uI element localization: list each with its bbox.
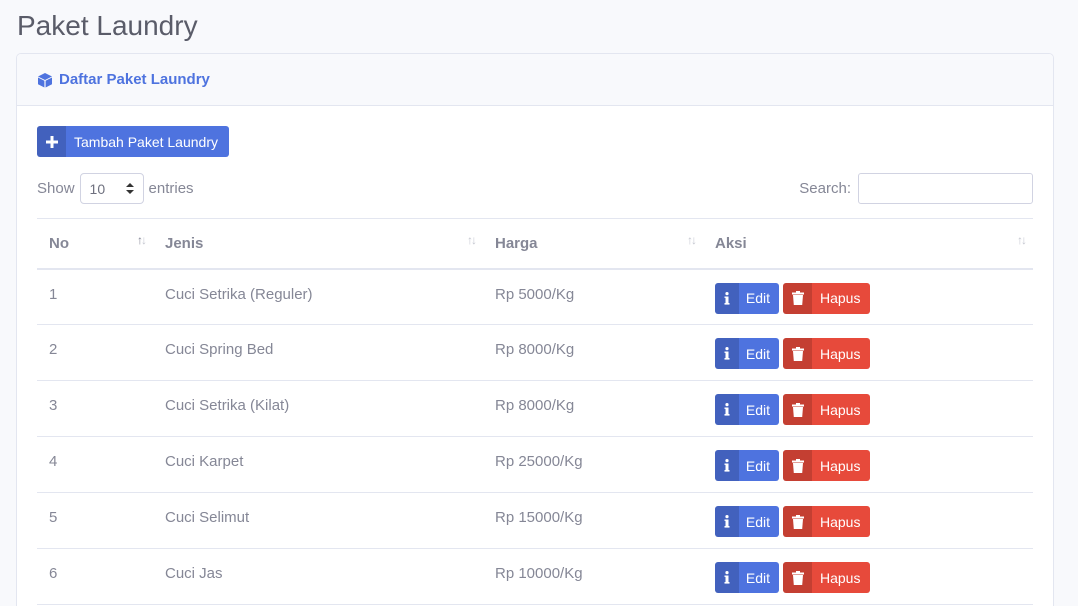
column-header-harga[interactable]: Harga ↑↓ (483, 218, 703, 270)
sort-icon: ↑↓ (137, 233, 147, 247)
cell-jenis: Cuci Setrika (Reguler) (153, 268, 483, 325)
delete-label: Hapus (820, 345, 861, 362)
cell-jenis: Cuci Jas (153, 548, 483, 605)
column-header-jenis[interactable]: Jenis ↑↓ (153, 218, 483, 270)
edit-button[interactable]: Edit (715, 394, 779, 425)
info-icon (715, 338, 739, 369)
row-actions: Edit Hapus (715, 450, 1033, 481)
length-control: Show 10 entries (37, 173, 194, 204)
cell-jenis: Cuci Spring Bed (153, 324, 483, 381)
cell-no: 1 (37, 268, 153, 325)
entries-value: 10 (89, 180, 106, 197)
info-icon (715, 394, 739, 425)
card-header: Daftar Paket Laundry (17, 54, 1053, 106)
trash-icon (783, 450, 812, 481)
edit-button[interactable]: Edit (715, 562, 779, 593)
row-actions: Edit Hapus (715, 282, 1033, 314)
cell-aksi: Edit Hapus (703, 436, 1033, 493)
delete-label: Hapus (820, 290, 861, 306)
row-actions: Edit Hapus (715, 562, 1033, 593)
show-label: Show (37, 180, 75, 197)
table-row: 1 Cuci Setrika (Reguler) Rp 5000/Kg Edit… (37, 268, 1033, 325)
cell-aksi: Edit Hapus (703, 492, 1033, 549)
sort-icon: ↑↓ (467, 233, 477, 247)
table-row: 2 Cuci Spring Bed Rp 8000/Kg Edit Hapus (37, 324, 1033, 381)
paket-table: No ↑↓ Jenis ↑↓ Harga ↑↓ Aksi ↑↓ 1 Cuci S… (37, 218, 1033, 605)
delete-button[interactable]: Hapus (783, 394, 870, 425)
edit-button[interactable]: Edit (715, 282, 779, 314)
delete-button[interactable]: Hapus (783, 282, 870, 314)
trash-icon (783, 394, 812, 425)
column-header-no[interactable]: No ↑↓ (37, 218, 153, 270)
cell-harga: Rp 25000/Kg (483, 436, 703, 493)
edit-button[interactable]: Edit (715, 506, 779, 537)
card-header-title: Daftar Paket Laundry (59, 71, 210, 88)
delete-label: Hapus (820, 457, 861, 474)
info-icon (715, 282, 739, 314)
trash-icon (783, 562, 812, 593)
table-row: 6 Cuci Jas Rp 10000/Kg Edit Hapus (37, 548, 1033, 605)
column-header-aksi[interactable]: Aksi ↑↓ (703, 218, 1033, 270)
cell-no: 6 (37, 548, 153, 605)
info-icon (715, 506, 739, 537)
cell-no: 4 (37, 436, 153, 493)
entries-label: entries (148, 180, 194, 197)
trash-icon (783, 282, 812, 314)
cell-no: 2 (37, 324, 153, 381)
row-actions: Edit Hapus (715, 338, 1033, 369)
cell-jenis: Cuci Karpet (153, 436, 483, 493)
row-actions: Edit Hapus (715, 394, 1033, 425)
paket-card: Daftar Paket Laundry Tambah Paket Laundr… (16, 53, 1054, 606)
info-icon (715, 562, 739, 593)
cell-harga: Rp 8000/Kg (483, 324, 703, 381)
edit-button[interactable]: Edit (715, 450, 779, 481)
table-header-row: No ↑↓ Jenis ↑↓ Harga ↑↓ Aksi ↑↓ (37, 218, 1033, 270)
add-paket-button[interactable]: Tambah Paket Laundry (37, 126, 229, 157)
cell-harga: Rp 5000/Kg (483, 268, 703, 325)
delete-label: Hapus (820, 513, 861, 530)
sort-icon: ↑↓ (687, 233, 697, 247)
box-icon (38, 72, 52, 87)
edit-label: Edit (745, 457, 770, 474)
plus-icon (37, 126, 66, 157)
cell-no: 5 (37, 492, 153, 549)
cell-aksi: Edit Hapus (703, 380, 1033, 437)
cell-harga: Rp 15000/Kg (483, 492, 703, 549)
add-paket-label: Tambah Paket Laundry (74, 133, 218, 150)
delete-label: Hapus (820, 569, 861, 586)
search-control: Search: (799, 173, 1033, 204)
cell-aksi: Edit Hapus (703, 324, 1033, 381)
cell-harga: Rp 10000/Kg (483, 548, 703, 605)
edit-label: Edit (745, 513, 770, 530)
delete-button[interactable]: Hapus (783, 562, 870, 593)
cell-no: 3 (37, 380, 153, 437)
table-row: 4 Cuci Karpet Rp 25000/Kg Edit Hapus (37, 436, 1033, 493)
info-icon (715, 450, 739, 481)
edit-label: Edit (745, 290, 770, 306)
sort-icon: ↑↓ (1017, 233, 1027, 247)
table-row: 5 Cuci Selimut Rp 15000/Kg Edit Hapus (37, 492, 1033, 549)
cell-harga: Rp 8000/Kg (483, 380, 703, 437)
row-actions: Edit Hapus (715, 506, 1033, 537)
search-label: Search: (799, 180, 851, 197)
trash-icon (783, 338, 812, 369)
cell-aksi: Edit Hapus (703, 268, 1033, 325)
edit-button[interactable]: Edit (715, 338, 779, 369)
delete-button[interactable]: Hapus (783, 506, 870, 537)
cell-jenis: Cuci Selimut (153, 492, 483, 549)
edit-label: Edit (745, 569, 770, 586)
search-input[interactable] (858, 173, 1033, 204)
edit-label: Edit (745, 401, 770, 418)
delete-label: Hapus (820, 401, 861, 418)
trash-icon (783, 506, 812, 537)
entries-select[interactable]: 10 (79, 173, 144, 204)
delete-button[interactable]: Hapus (783, 450, 870, 481)
select-arrows-icon (125, 183, 134, 194)
page-title: Paket Laundry (17, 10, 198, 41)
table-row: 3 Cuci Setrika (Kilat) Rp 8000/Kg Edit H… (37, 380, 1033, 437)
cell-aksi: Edit Hapus (703, 548, 1033, 605)
delete-button[interactable]: Hapus (783, 338, 870, 369)
edit-label: Edit (745, 345, 770, 362)
cell-jenis: Cuci Setrika (Kilat) (153, 380, 483, 437)
